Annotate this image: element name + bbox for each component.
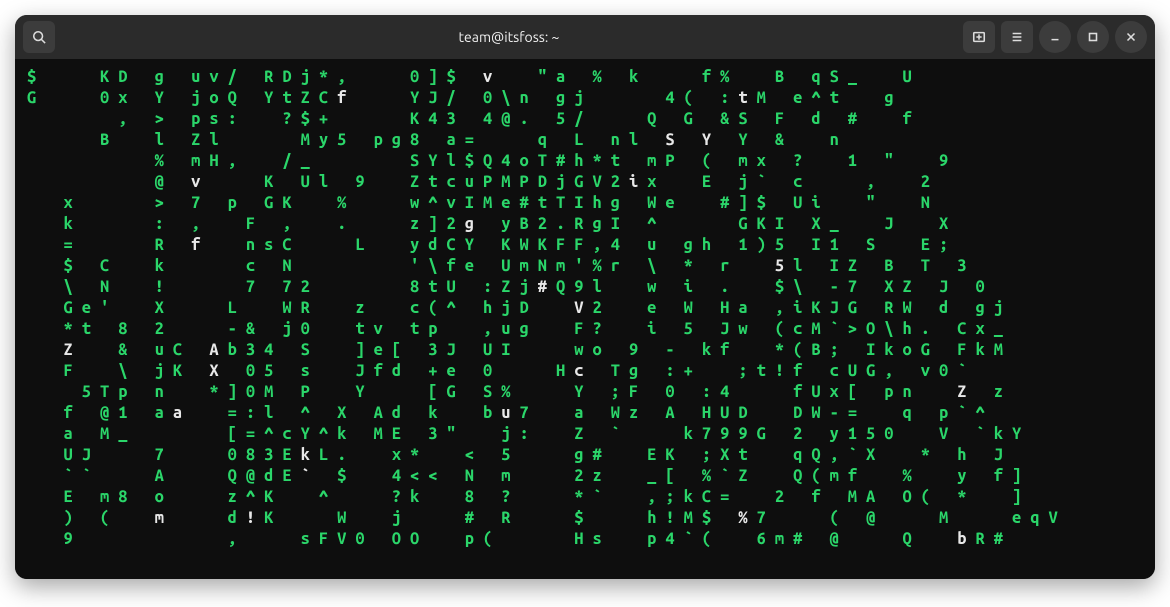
titlebar: team@itsfoss: ~ [15,15,1155,59]
matrix-row: % mH, /_ SYl$Q4oT#h*t mP ( mx ? 1 " 9 [27,151,1143,172]
matrix-row: 5Tp n *]0M P Y [G S% Y ;F 0 :4 fUx[ pn Z… [27,382,1143,403]
matrix-row: ) ( m d!K W j # R $ h!M$ %7 ( @ M eqV [27,508,1143,529]
matrix-row: , > ps: ?$+ K43 4@. 5/ Q G &S F d # f [27,109,1143,130]
matrix-row: $ KD g uv/ RDj*, 0]$ v "a % k f% B qS_ U [27,67,1143,88]
matrix-row: 9 , sFV0 OO p( Hs p4`( 6m# @ Q bR# [27,529,1143,550]
new-tab-button[interactable] [963,21,995,53]
matrix-row: = R f nsC L ydCY KWKFF,4 u gh 1)5 I1 S E… [27,235,1143,256]
matrix-row: f @1 aa =:l ^ X Ad k bu7 a Wz A HUD DW-=… [27,403,1143,424]
matrix-row: $ C k c N '\fe UmNm'%r \ * r 5l IZ B T 3 [27,256,1143,277]
maximize-button[interactable] [1077,21,1109,53]
matrix-row: B l Zl My5 pg8 a= q L nl S Y Y & n [27,130,1143,151]
matrix-row: `` A Q@dE` $ 4<< N m 2z _[ %`Z Q(mf % y … [27,466,1143,487]
matrix-row: k : , F , . z]2g yB2.RgI ^ GKI X_ J X [27,214,1143,235]
matrix-row: a M_ [=^cY^k ME 3" j: Z ` k799G 2 y150 V… [27,424,1143,445]
matrix-row: F \ jK X 05 s Jfd +e 0 Hc Tg :+ ;t!f cUG… [27,361,1143,382]
matrix-row: \ N ! 7 72 8tU :Zj#Q9l w i . $\ -7 XZ J … [27,277,1143,298]
close-button[interactable] [1115,21,1147,53]
matrix-row: *t 8 2 -& j0 tv tp ,ug F? i 5 Jw (cM`>O\… [27,319,1143,340]
matrix-row: UJ 7 083EkL. x* < 5 g# EK ;Xt qQ,`X * h … [27,445,1143,466]
terminal-output[interactable]: $ KD g uv/ RDj*, 0]$ v "a % k f% B qS_ U… [15,59,1155,579]
terminal-window: team@itsfoss: ~ $ KD g uv/ RDj*, 0]$ v "… [15,15,1155,579]
search-button[interactable] [23,21,55,53]
search-icon [32,30,46,44]
new-tab-icon [972,30,986,44]
close-icon [1124,30,1138,44]
minimize-icon [1048,30,1062,44]
maximize-icon [1086,30,1100,44]
matrix-row: Ge' X L WR z c(^ hjD V2 e W Ha ,iKJG RW … [27,298,1143,319]
window-title: team@itsfoss: ~ [63,29,955,45]
matrix-row: G 0x Y joQ YtZCf YJ/ 0\n gj 4( :tM e^t g [27,88,1143,109]
matrix-row: x > 7 p GK % w^vIMe#tTIhg We #]$ Ui " N [27,193,1143,214]
matrix-row: Z & uC Ab34 S ]e[ 3J UI wo 9 - kf *(B; I… [27,340,1143,361]
minimize-button[interactable] [1039,21,1071,53]
matrix-row: @ v K Ul 9 ZtcuPMPDjGV2ix E j` c , 2 [27,172,1143,193]
menu-button[interactable] [1001,21,1033,53]
matrix-row: E m8 o z^K ^ ?k 8 ? *` ,;kC= 2 f MA O( *… [27,487,1143,508]
hamburger-icon [1010,30,1024,44]
